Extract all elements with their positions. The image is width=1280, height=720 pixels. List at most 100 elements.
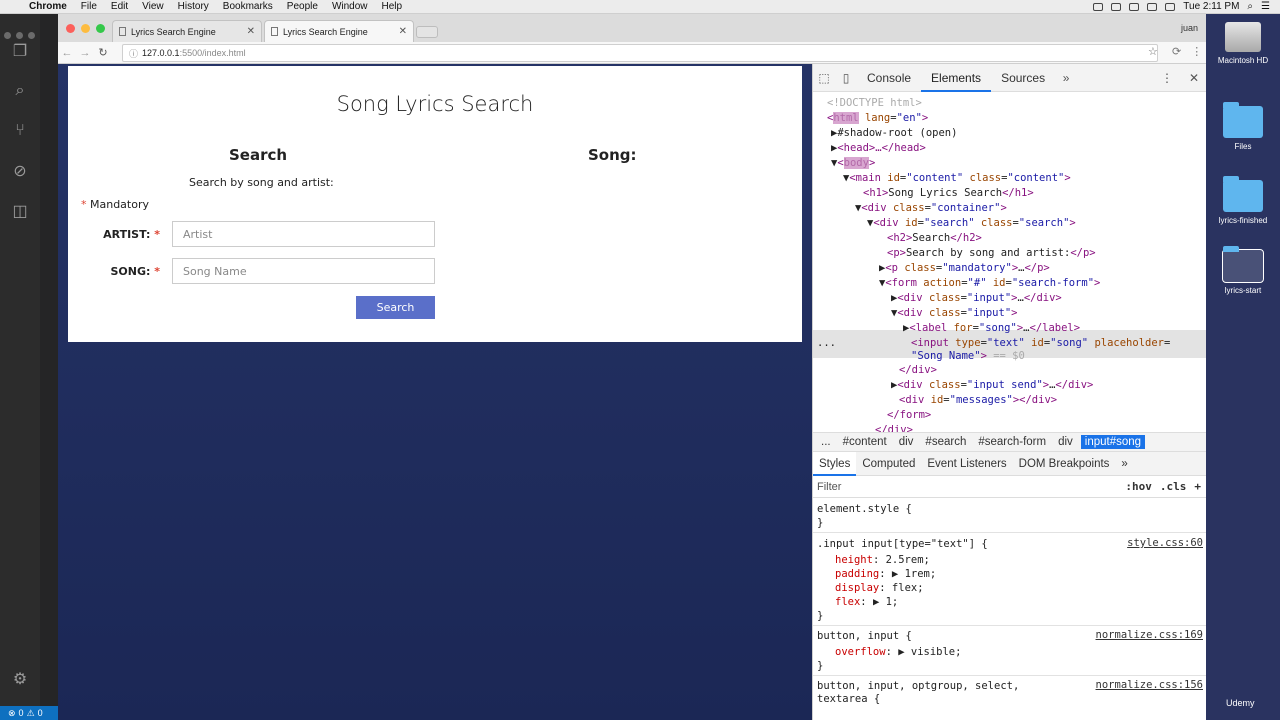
crumb-search[interactable]: #search (921, 435, 970, 449)
menu-help[interactable]: Help (375, 1, 410, 12)
filter-input[interactable]: Filter (817, 481, 841, 493)
rule1-prop-flex[interactable]: flex: ▶ 1; (835, 595, 898, 609)
element-style-selector[interactable]: element.style { (817, 502, 912, 516)
screen-icon[interactable] (1093, 2, 1104, 11)
add-rule-icon[interactable]: + (1194, 480, 1201, 493)
rule1-selector[interactable]: .input input[type="text"] { (817, 537, 988, 551)
tab-sources[interactable]: Sources (991, 64, 1055, 92)
tab-event-listeners[interactable]: Event Listeners (921, 452, 1012, 476)
dom-p[interactable]: <p>Search by song and artist:</p> (887, 246, 1096, 261)
close-tab-icon[interactable]: ✕ (399, 26, 407, 37)
menu-dots-icon[interactable]: ⋮ (1191, 45, 1202, 58)
search-icon[interactable]: ⌕ (9, 80, 31, 102)
menu-history[interactable]: History (171, 1, 216, 12)
devtools-menu-icon[interactable]: ⋮ (1161, 71, 1173, 85)
gear-icon[interactable]: ⚙ (9, 668, 31, 690)
browser-tab-2[interactable]: Lyrics Search Engine ✕ (264, 20, 414, 42)
search-icon[interactable]: ⌕ (1247, 1, 1253, 12)
explorer-icon[interactable]: ❐ (9, 40, 31, 62)
tab-console[interactable]: Console (857, 64, 921, 92)
dom-h2[interactable]: <h2>Search</h2> (887, 231, 982, 246)
rule2-prop-overflow[interactable]: overflow: ▶ visible; (835, 645, 961, 659)
desktop-item-files[interactable]: Files (1206, 102, 1280, 151)
rule1-prop-padding[interactable]: padding: ▶ 1rem; (835, 567, 936, 581)
bookmark-star-icon[interactable]: ☆ (1148, 45, 1158, 58)
dom-h1[interactable]: <h1>Song Lyrics Search</h1> (863, 186, 1034, 201)
artist-input[interactable] (172, 221, 435, 247)
rule3-source-link[interactable]: normalize.css:156 (1096, 679, 1203, 691)
dom-div-container[interactable]: ▼<div class="container"> (855, 201, 1007, 216)
close-window-icon[interactable] (66, 24, 75, 33)
menu-file[interactable]: File (74, 1, 104, 12)
rule3-selector-2[interactable]: textarea { (817, 692, 880, 706)
dom-input-song-cont[interactable]: "Song Name"> == $0 (911, 349, 1025, 364)
crumb-div-2[interactable]: div (1054, 435, 1077, 449)
dom-p-mandatory[interactable]: ▶<p class="mandatory">…</p> (879, 261, 1050, 276)
dom-form[interactable]: ▼<form action="#" id="search-form"> (879, 276, 1100, 291)
minimize-dot-icon[interactable] (16, 32, 23, 39)
dom-head[interactable]: ▶<head>…</head> (831, 141, 926, 156)
desktop-item-lyrics-start[interactable]: lyrics-start (1206, 246, 1280, 295)
search-button[interactable]: Search (356, 296, 435, 319)
browser-tab-1[interactable]: Lyrics Search Engine ✕ (112, 20, 262, 42)
extensions-icon[interactable]: ◫ (9, 200, 31, 222)
rule2-selector[interactable]: button, input { (817, 629, 912, 643)
menu-people[interactable]: People (280, 1, 325, 12)
dom-html[interactable]: <html lang="en"> (827, 111, 928, 126)
vscode-status-bar[interactable]: ⊗ 0 ⚠ 0 (0, 706, 58, 720)
desktop-item-macintosh-hd[interactable]: Macintosh HD (1206, 22, 1280, 65)
dom-div-messages[interactable]: <div id="messages"></div> (899, 393, 1057, 408)
dom-form-close[interactable]: </form> (887, 408, 931, 423)
rule1-prop-height[interactable]: height: 2.5rem; (835, 553, 930, 567)
info-icon[interactable]: ⓘ (129, 47, 138, 60)
tab-dom-breakpoints[interactable]: DOM Breakpoints (1013, 452, 1116, 476)
dom-body[interactable]: ▼<body> (831, 156, 875, 171)
dom-div-close[interactable]: </div> (899, 363, 937, 378)
more-tabs-icon[interactable]: » (1055, 71, 1077, 85)
menu-app[interactable]: Chrome (22, 1, 74, 12)
new-tab-button[interactable] (416, 26, 438, 38)
dom-label[interactable]: ▶<label for="song">…</label> (903, 321, 1080, 336)
battery-icon[interactable] (1165, 2, 1176, 11)
crumb-more[interactable]: ... (817, 435, 835, 449)
close-dot-icon[interactable] (4, 32, 11, 39)
menu-edit[interactable]: Edit (104, 1, 135, 12)
tab-styles[interactable]: Styles (813, 451, 857, 476)
dom-ellipsis[interactable]: ... (817, 336, 836, 351)
minimize-window-icon[interactable] (81, 24, 90, 33)
dom-div-send[interactable]: ▶<div class="input send">…</div> (891, 378, 1093, 393)
dom-shadow-root[interactable]: ▶#shadow-root (open) (831, 126, 957, 141)
dom-search-close[interactable]: </div> (875, 423, 913, 432)
close-devtools-icon[interactable]: ✕ (1189, 71, 1199, 85)
reload-icon[interactable]: ↻ (94, 46, 112, 59)
rule1-prop-display[interactable]: display: flex; (835, 581, 924, 595)
crumb-div[interactable]: div (895, 435, 918, 449)
desktop-item-lyrics-finished[interactable]: lyrics-finished (1206, 176, 1280, 225)
song-input[interactable] (172, 258, 435, 284)
menu-window[interactable]: Window (325, 1, 375, 12)
rule3-selector[interactable]: button, input, optgroup, select, (817, 679, 1019, 693)
dom-div-input-2[interactable]: ▼<div class="input"> (891, 306, 1017, 321)
menubar-clock[interactable]: Tue 2:11 PM (1183, 1, 1239, 12)
dom-main[interactable]: ▼<main id="content" class="content"> (843, 171, 1071, 186)
dom-tree[interactable]: <!DOCTYPE html> <html lang="en"> ▶#shado… (813, 92, 1207, 432)
cls-toggle[interactable]: .cls (1160, 480, 1187, 493)
inspect-element-icon[interactable]: ⬚ (813, 71, 835, 85)
crumb-input-song[interactable]: input#song (1080, 435, 1146, 449)
extension-icon[interactable]: ⟳ (1172, 45, 1181, 58)
dropbox-icon[interactable] (1111, 2, 1122, 11)
dom-div-input-1[interactable]: ▶<div class="input">…</div> (891, 291, 1062, 306)
dom-div-search[interactable]: ▼<div id="search" class="search"> (867, 216, 1076, 231)
maximize-window-icon[interactable] (96, 24, 105, 33)
crumb-search-form[interactable]: #search-form (974, 435, 1050, 449)
menu-list-icon[interactable]: ☰ (1261, 1, 1270, 12)
crumb-content[interactable]: #content (839, 435, 891, 449)
rule1-source-link[interactable]: style.css:60 (1127, 537, 1203, 549)
more-subtabs-icon[interactable]: » (1115, 452, 1133, 476)
menu-view[interactable]: View (135, 1, 171, 12)
menu-bookmarks[interactable]: Bookmarks (216, 1, 280, 12)
hov-toggle[interactable]: :hov (1125, 480, 1152, 493)
wifi-icon[interactable] (1129, 2, 1140, 11)
address-bar[interactable]: ⓘ 127.0.0.1:5500/index.html (122, 44, 1158, 62)
tab-elements[interactable]: Elements (921, 64, 992, 92)
